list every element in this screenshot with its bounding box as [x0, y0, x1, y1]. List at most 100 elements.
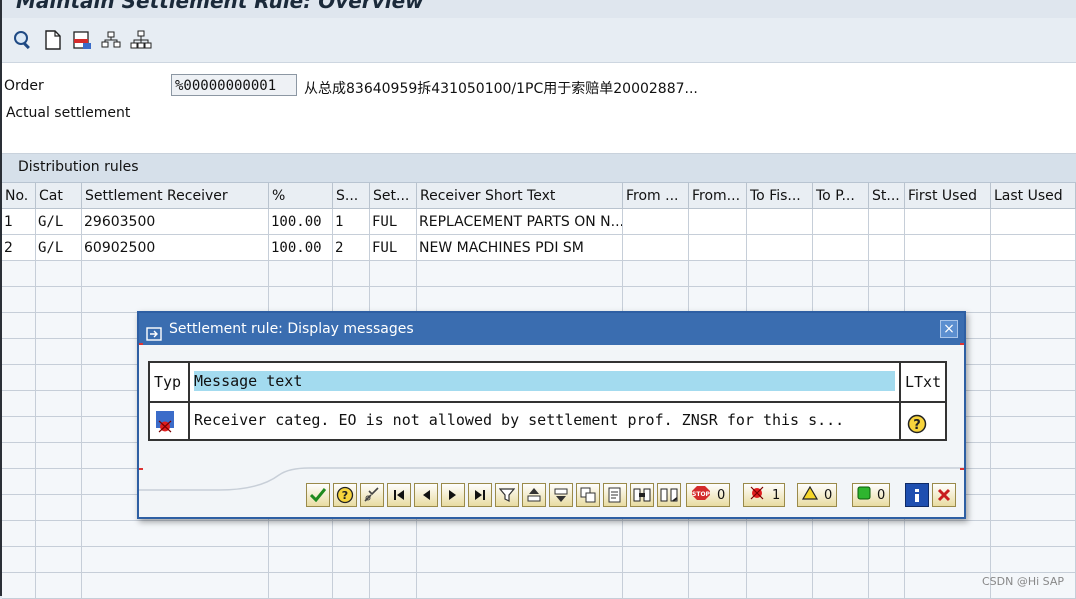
- table-cell[interactable]: [991, 209, 1076, 235]
- warning-messages-filter[interactable]: 0: [797, 483, 838, 507]
- empty-table-cell[interactable]: [991, 547, 1076, 573]
- previous-page-icon[interactable]: [414, 483, 438, 507]
- empty-table-cell[interactable]: [36, 469, 82, 495]
- empty-table-cell[interactable]: [689, 261, 747, 287]
- table-cell-settlement-type[interactable]: FUL: [370, 209, 417, 235]
- empty-table-cell[interactable]: [333, 261, 370, 287]
- empty-table-cell[interactable]: [905, 547, 991, 573]
- empty-table-cell[interactable]: [689, 287, 747, 313]
- layout-icon[interactable]: [576, 483, 600, 507]
- table-cell[interactable]: [869, 235, 905, 261]
- empty-table-cell[interactable]: [869, 547, 905, 573]
- order-number-field[interactable]: %00000000001: [171, 74, 297, 96]
- empty-table-cell[interactable]: [991, 261, 1076, 287]
- col-header-message-text[interactable]: Message text: [190, 363, 901, 401]
- empty-table-cell[interactable]: [905, 287, 991, 313]
- empty-table-cell[interactable]: [747, 547, 813, 573]
- empty-table-cell[interactable]: [623, 573, 689, 599]
- col-header-to-fiscal-year[interactable]: To Fis...: [747, 183, 813, 209]
- empty-table-cell[interactable]: [991, 417, 1076, 443]
- empty-table-cell[interactable]: [333, 547, 370, 573]
- empty-table-cell[interactable]: [813, 521, 869, 547]
- empty-table-cell[interactable]: [991, 365, 1076, 391]
- empty-table-cell[interactable]: [417, 261, 623, 287]
- empty-table-cell[interactable]: [2, 547, 36, 573]
- hierarchy-icon[interactable]: [100, 29, 122, 51]
- empty-table-cell[interactable]: [36, 573, 82, 599]
- empty-table-cell[interactable]: [689, 521, 747, 547]
- empty-table-cell[interactable]: [905, 573, 991, 599]
- empty-table-cell[interactable]: [269, 261, 333, 287]
- table-cell-cat[interactable]: G/L: [36, 235, 82, 261]
- empty-table-cell[interactable]: [370, 261, 417, 287]
- table-cell[interactable]: [623, 209, 689, 235]
- next-page-icon[interactable]: [441, 483, 465, 507]
- help-icon[interactable]: ?: [333, 483, 357, 507]
- col-header-from-period[interactable]: From ...: [623, 183, 689, 209]
- empty-table-cell[interactable]: [36, 495, 82, 521]
- col-header-s[interactable]: S...: [333, 183, 370, 209]
- table-cell-s[interactable]: 2: [333, 235, 370, 261]
- empty-table-cell[interactable]: [82, 261, 269, 287]
- table-cell-receiver[interactable]: 29603500: [82, 209, 269, 235]
- empty-table-cell[interactable]: [2, 261, 36, 287]
- empty-table-cell[interactable]: [82, 573, 269, 599]
- long-text-cell[interactable]: ?: [901, 401, 945, 439]
- empty-table-cell[interactable]: [623, 287, 689, 313]
- success-messages-filter[interactable]: 0: [852, 483, 891, 507]
- table-cell[interactable]: [689, 235, 747, 261]
- empty-table-cell[interactable]: [869, 521, 905, 547]
- empty-table-cell[interactable]: [36, 521, 82, 547]
- table-cell-no[interactable]: 1: [2, 209, 36, 235]
- col-header-ltxt[interactable]: LTxt: [901, 363, 945, 401]
- empty-table-cell[interactable]: [623, 261, 689, 287]
- error-messages-filter[interactable]: 1: [743, 483, 786, 507]
- empty-table-cell[interactable]: [2, 469, 36, 495]
- empty-table-cell[interactable]: [36, 547, 82, 573]
- col-header-status[interactable]: St...: [869, 183, 905, 209]
- empty-table-cell[interactable]: [905, 521, 991, 547]
- empty-table-cell[interactable]: [991, 339, 1076, 365]
- message-text-cell[interactable]: Receiver categ. EO is not allowed by set…: [190, 401, 901, 439]
- col-header-receiver-short-text[interactable]: Receiver Short Text: [417, 183, 623, 209]
- col-header-last-used[interactable]: Last Used: [991, 183, 1076, 209]
- col-header-cat[interactable]: Cat: [36, 183, 82, 209]
- table-cell-s[interactable]: 1: [333, 209, 370, 235]
- empty-table-cell[interactable]: [417, 573, 623, 599]
- empty-table-cell[interactable]: [747, 261, 813, 287]
- empty-table-cell[interactable]: [36, 287, 82, 313]
- empty-table-cell[interactable]: [991, 391, 1076, 417]
- empty-table-cell[interactable]: [991, 287, 1076, 313]
- table-cell[interactable]: [747, 209, 813, 235]
- col-header-from-year[interactable]: From...: [689, 183, 747, 209]
- table-cell[interactable]: [813, 209, 869, 235]
- empty-table-cell[interactable]: [370, 547, 417, 573]
- empty-table-cell[interactable]: [333, 521, 370, 547]
- find-next-icon[interactable]: [657, 483, 681, 507]
- empty-table-cell[interactable]: [269, 547, 333, 573]
- table-cell-receiver-text[interactable]: REPLACEMENT PARTS ON N...: [417, 209, 623, 235]
- magnifier-icon[interactable]: [12, 29, 34, 51]
- empty-table-cell[interactable]: [623, 521, 689, 547]
- empty-table-cell[interactable]: [869, 287, 905, 313]
- empty-table-cell[interactable]: [36, 417, 82, 443]
- col-header-percent[interactable]: %: [269, 183, 333, 209]
- empty-table-cell[interactable]: [269, 521, 333, 547]
- empty-table-cell[interactable]: [2, 391, 36, 417]
- empty-table-cell[interactable]: [333, 287, 370, 313]
- empty-table-cell[interactable]: [991, 495, 1076, 521]
- col-header-settlement-receiver[interactable]: Settlement Receiver: [82, 183, 269, 209]
- empty-table-cell[interactable]: [991, 521, 1076, 547]
- table-cell[interactable]: [905, 209, 991, 235]
- table-cell[interactable]: [813, 235, 869, 261]
- empty-table-cell[interactable]: [2, 339, 36, 365]
- table-cell[interactable]: [869, 209, 905, 235]
- empty-table-cell[interactable]: [269, 573, 333, 599]
- empty-table-cell[interactable]: [333, 573, 370, 599]
- message-type-cell[interactable]: [150, 401, 190, 439]
- table-cell-receiver-text[interactable]: NEW MACHINES PDI SM: [417, 235, 623, 261]
- empty-table-cell[interactable]: [2, 417, 36, 443]
- sort-ascending-icon[interactable]: [522, 483, 546, 507]
- col-header-first-used[interactable]: First Used: [905, 183, 991, 209]
- empty-table-cell[interactable]: [370, 573, 417, 599]
